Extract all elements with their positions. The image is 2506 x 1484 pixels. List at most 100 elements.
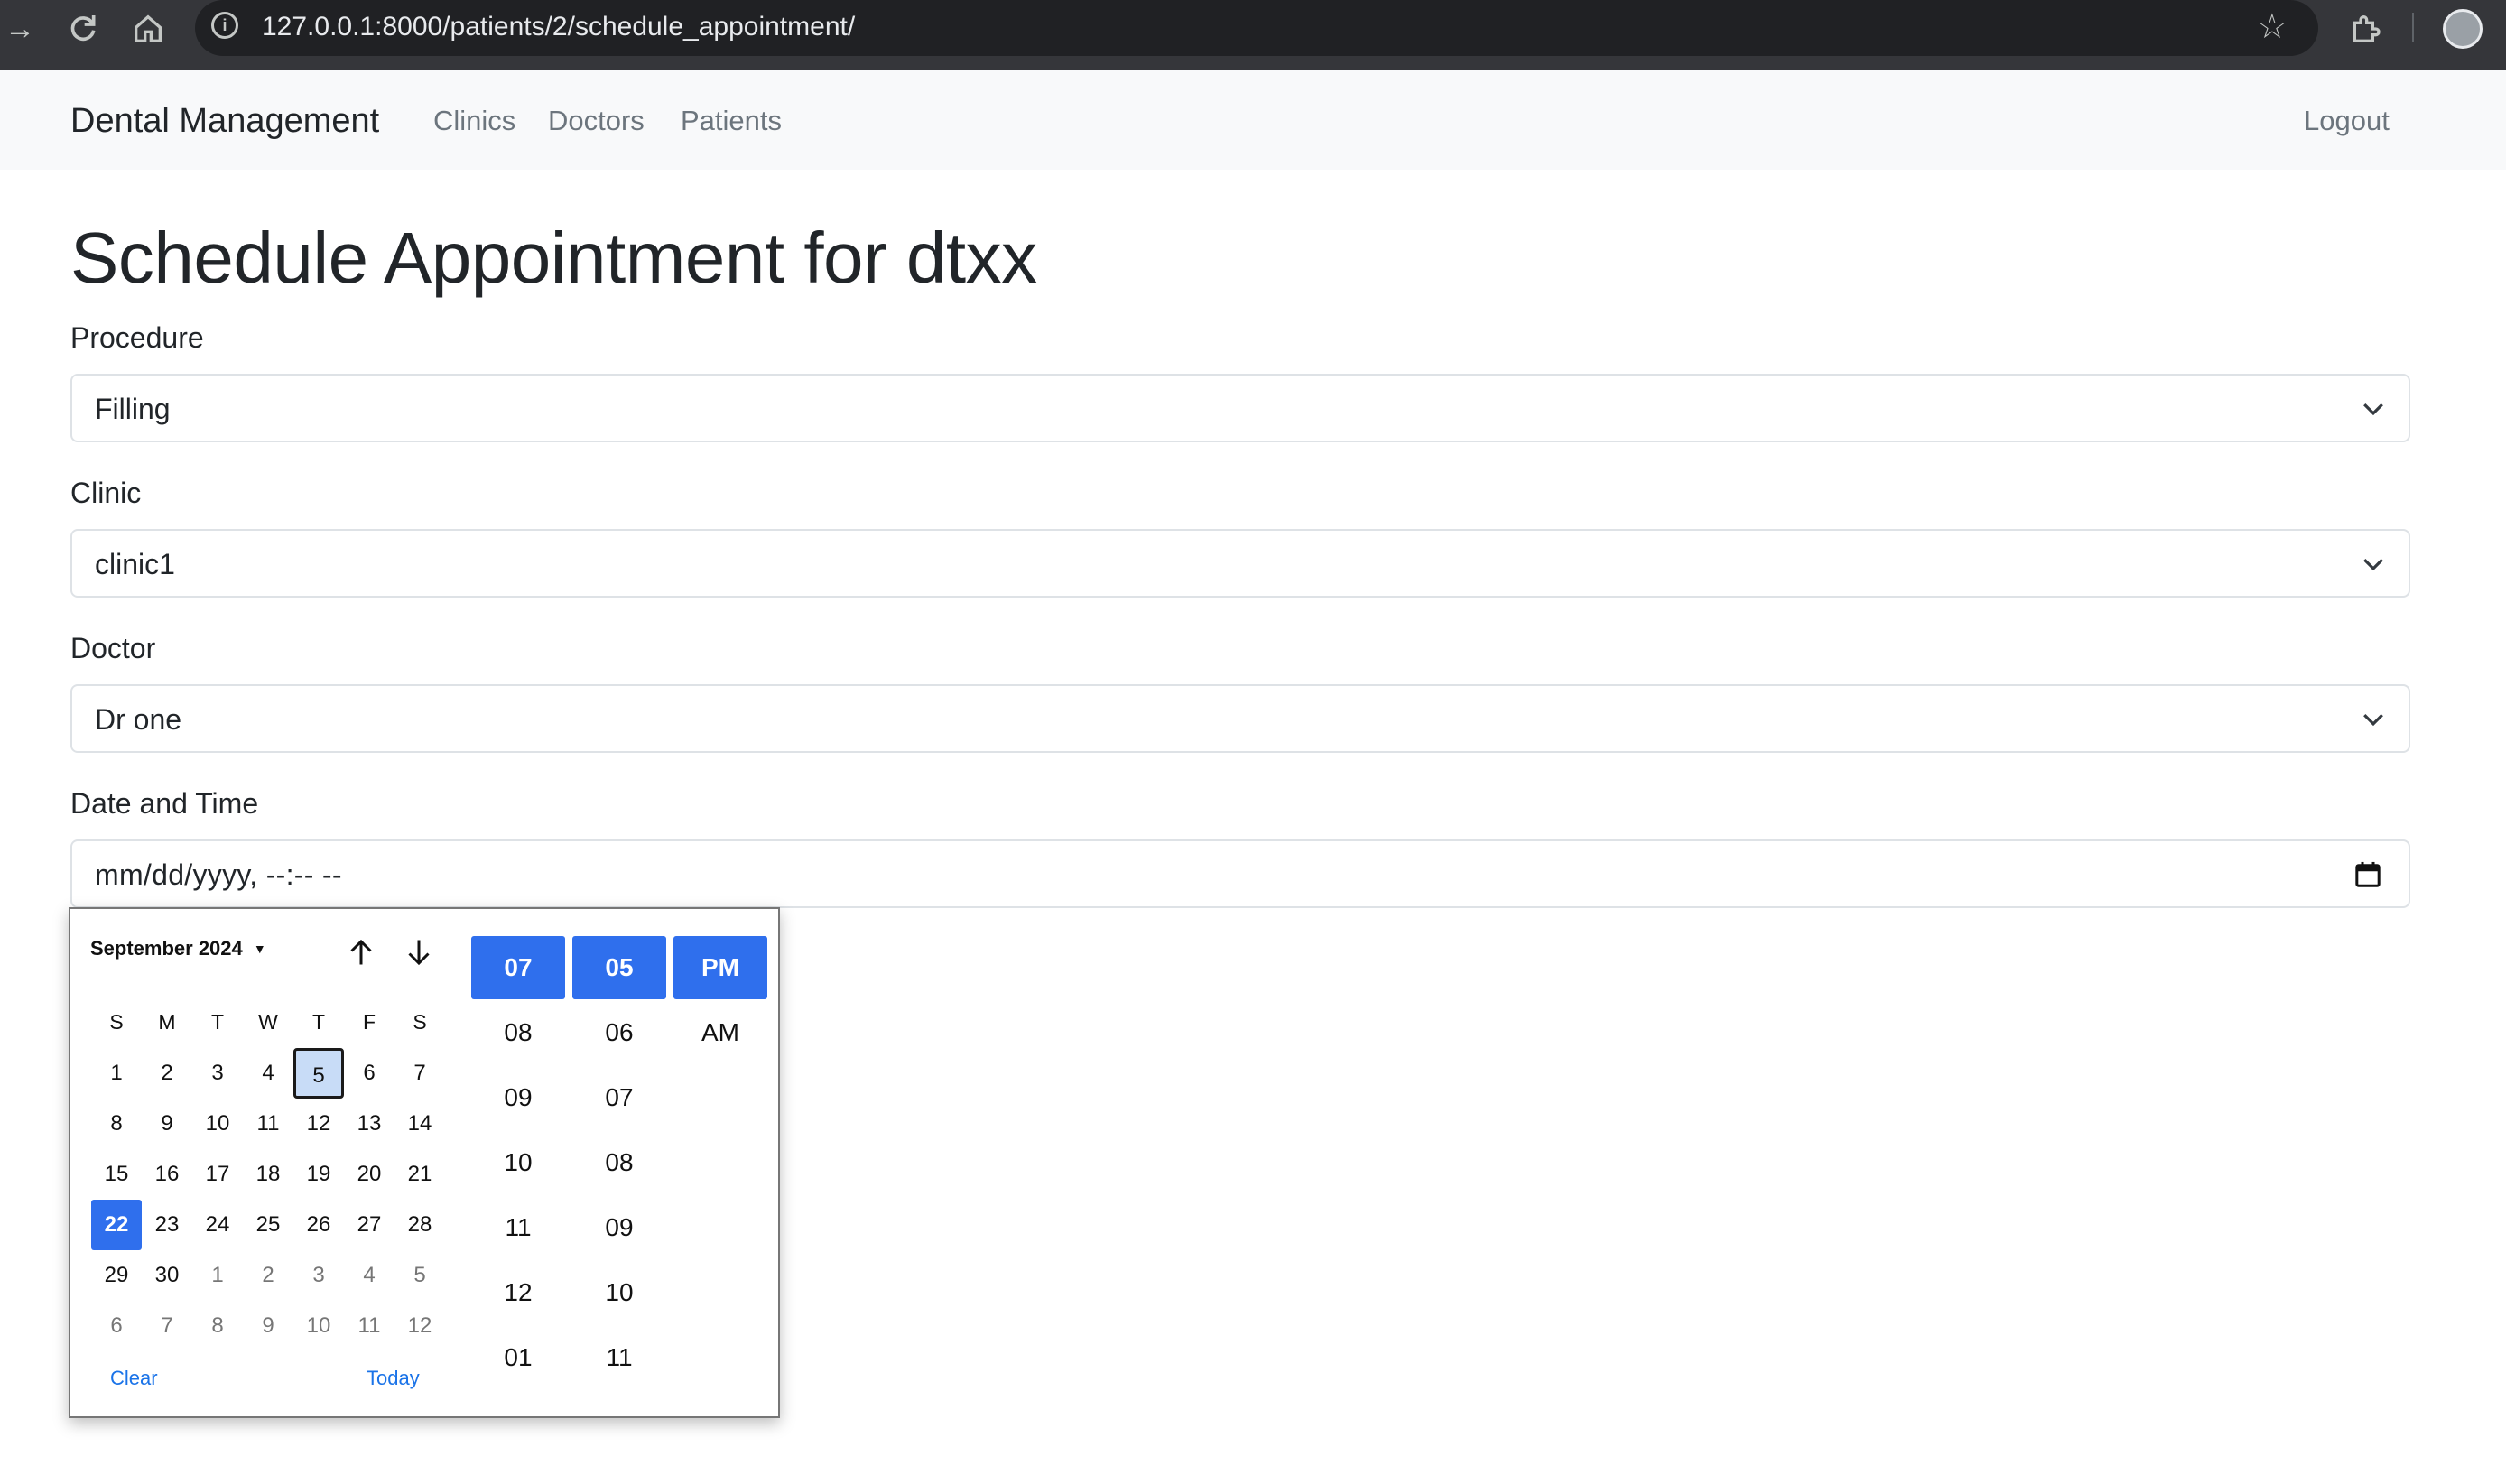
chevron-down-icon <box>2363 403 2383 416</box>
minute-option[interactable]: 11 <box>572 1326 666 1389</box>
calendar-day[interactable]: 13 <box>344 1099 394 1149</box>
calendar-day[interactable]: 11 <box>243 1099 293 1149</box>
calendar-day[interactable]: 4 <box>243 1048 293 1099</box>
calendar-day[interactable]: 29 <box>91 1250 142 1301</box>
caret-down-icon: ▼ <box>253 941 266 956</box>
browser-toolbar: → i 127.0.0.1:8000/patients/2/schedule_a… <box>0 0 2506 70</box>
calendar-day[interactable]: 28 <box>394 1200 445 1250</box>
calendar-day[interactable]: 8 <box>91 1099 142 1149</box>
calendar-day[interactable]: 6 <box>344 1048 394 1099</box>
doctor-select[interactable]: Dr one <box>70 684 2410 753</box>
procedure-select[interactable]: Filling <box>70 374 2410 442</box>
calendar-day[interactable]: 8 <box>192 1301 243 1351</box>
calendar-day[interactable]: 7 <box>394 1048 445 1099</box>
calendar-day[interactable]: 6 <box>91 1301 142 1351</box>
hour-option[interactable]: 11 <box>471 1196 565 1259</box>
hour-option[interactable]: 01 <box>471 1326 565 1389</box>
hour-option[interactable]: 10 <box>471 1131 565 1194</box>
weekday-header: W <box>258 1010 278 1034</box>
hour-option[interactable]: 12 <box>471 1261 565 1324</box>
calendar-day[interactable]: 7 <box>142 1301 192 1351</box>
minute-option[interactable]: 06 <box>572 1001 666 1064</box>
doctor-value: Dr one <box>95 703 182 736</box>
ampm-option[interactable]: AM <box>673 1001 767 1064</box>
calendar-day[interactable]: 3 <box>293 1250 344 1301</box>
extensions-icon[interactable] <box>2347 11 2383 47</box>
calendar-day[interactable]: 1 <box>192 1250 243 1301</box>
calendar-day[interactable]: 24 <box>192 1200 243 1250</box>
calendar-day[interactable]: 14 <box>394 1099 445 1149</box>
calendar-day[interactable]: 1 <box>91 1048 142 1099</box>
minute-option[interactable]: 08 <box>572 1131 666 1194</box>
calendar-day[interactable]: 9 <box>142 1099 192 1149</box>
calendar-day[interactable]: 2 <box>142 1048 192 1099</box>
calendar-day[interactable]: 16 <box>142 1149 192 1200</box>
weekday-header: T <box>311 1010 326 1034</box>
calendar-day-today[interactable]: 5 <box>293 1048 344 1099</box>
calendar-day[interactable]: 26 <box>293 1200 344 1250</box>
previous-month-arrow-up-icon[interactable] <box>345 936 377 969</box>
home-icon[interactable] <box>130 11 166 47</box>
url-text[interactable]: 127.0.0.1:8000/patients/2/schedule_appoi… <box>262 11 855 43</box>
calendar-day[interactable]: 25 <box>243 1200 293 1250</box>
nav-link-clinics[interactable]: Clinics <box>433 103 515 139</box>
logout-link[interactable]: Logout <box>2304 103 2390 139</box>
calendar-day[interactable]: 10 <box>293 1301 344 1351</box>
weekday-header: F <box>362 1010 376 1034</box>
forward-icon[interactable]: → <box>2 11 38 47</box>
calendar-day[interactable]: 3 <box>192 1048 243 1099</box>
profile-avatar[interactable] <box>2443 9 2483 49</box>
datetime-value[interactable]: mm/dd/yyyy, --:-- -- <box>95 858 342 892</box>
today-button[interactable]: Today <box>367 1366 420 1391</box>
chevron-down-icon <box>2363 713 2383 727</box>
datetime-input[interactable]: mm/dd/yyyy, --:-- -- <box>70 839 2410 908</box>
weekday-header: S <box>413 1010 427 1034</box>
calendar-day-selected[interactable]: 22 <box>91 1200 142 1250</box>
site-info-icon[interactable]: i <box>211 12 238 39</box>
calendar-day[interactable]: 17 <box>192 1149 243 1200</box>
clinic-value: clinic1 <box>95 548 175 580</box>
reload-icon[interactable] <box>65 11 101 47</box>
calendar-day[interactable]: 4 <box>344 1250 394 1301</box>
navbar-brand[interactable]: Dental Management <box>70 101 379 141</box>
calendar-day[interactable]: 27 <box>344 1200 394 1250</box>
calendar-day[interactable]: 21 <box>394 1149 445 1200</box>
calendar-day[interactable]: 18 <box>243 1149 293 1200</box>
weekday-header: M <box>158 1010 176 1034</box>
ampm-option-selected[interactable]: PM <box>673 936 767 999</box>
calendar-day[interactable]: 11 <box>344 1301 394 1351</box>
page-title: Schedule Appointment for dtxx <box>70 218 1037 298</box>
procedure-label: Procedure <box>70 321 204 354</box>
minute-option-selected[interactable]: 05 <box>572 936 666 999</box>
address-bar[interactable]: i 127.0.0.1:8000/patients/2/schedule_app… <box>195 0 2318 56</box>
clinic-select[interactable]: clinic1 <box>70 529 2410 598</box>
minute-option[interactable]: 07 <box>572 1066 666 1129</box>
nav-link-doctors[interactable]: Doctors <box>548 103 645 139</box>
calendar-day[interactable]: 30 <box>142 1250 192 1301</box>
month-year-label: September 2024 <box>90 937 243 960</box>
nav-link-patients[interactable]: Patients <box>681 103 782 139</box>
calendar-day[interactable]: 23 <box>142 1200 192 1250</box>
calendar-day[interactable]: 15 <box>91 1149 142 1200</box>
hour-option[interactable]: 08 <box>471 1001 565 1064</box>
month-year-dropdown[interactable]: September 2024 ▼ <box>90 936 266 961</box>
calendar-day[interactable]: 12 <box>394 1301 445 1351</box>
toolbar-separator <box>2412 13 2414 42</box>
next-month-arrow-down-icon[interactable] <box>403 936 435 969</box>
chevron-down-icon <box>2363 558 2383 571</box>
bookmark-star-icon[interactable]: ☆ <box>2257 9 2288 45</box>
calendar-day[interactable]: 9 <box>243 1301 293 1351</box>
hour-option[interactable]: 09 <box>471 1066 565 1129</box>
calendar-day[interactable]: 5 <box>394 1250 445 1301</box>
minute-option[interactable]: 09 <box>572 1196 666 1259</box>
clear-button[interactable]: Clear <box>110 1366 158 1391</box>
calendar-day[interactable]: 20 <box>344 1149 394 1200</box>
calendar-day[interactable]: 10 <box>192 1099 243 1149</box>
calendar-icon[interactable] <box>2354 861 2381 888</box>
calendar-day[interactable]: 12 <box>293 1099 344 1149</box>
minute-option[interactable]: 10 <box>572 1261 666 1324</box>
hour-option-selected[interactable]: 07 <box>471 936 565 999</box>
calendar-day[interactable]: 19 <box>293 1149 344 1200</box>
datetime-label: Date and Time <box>70 787 259 820</box>
calendar-day[interactable]: 2 <box>243 1250 293 1301</box>
